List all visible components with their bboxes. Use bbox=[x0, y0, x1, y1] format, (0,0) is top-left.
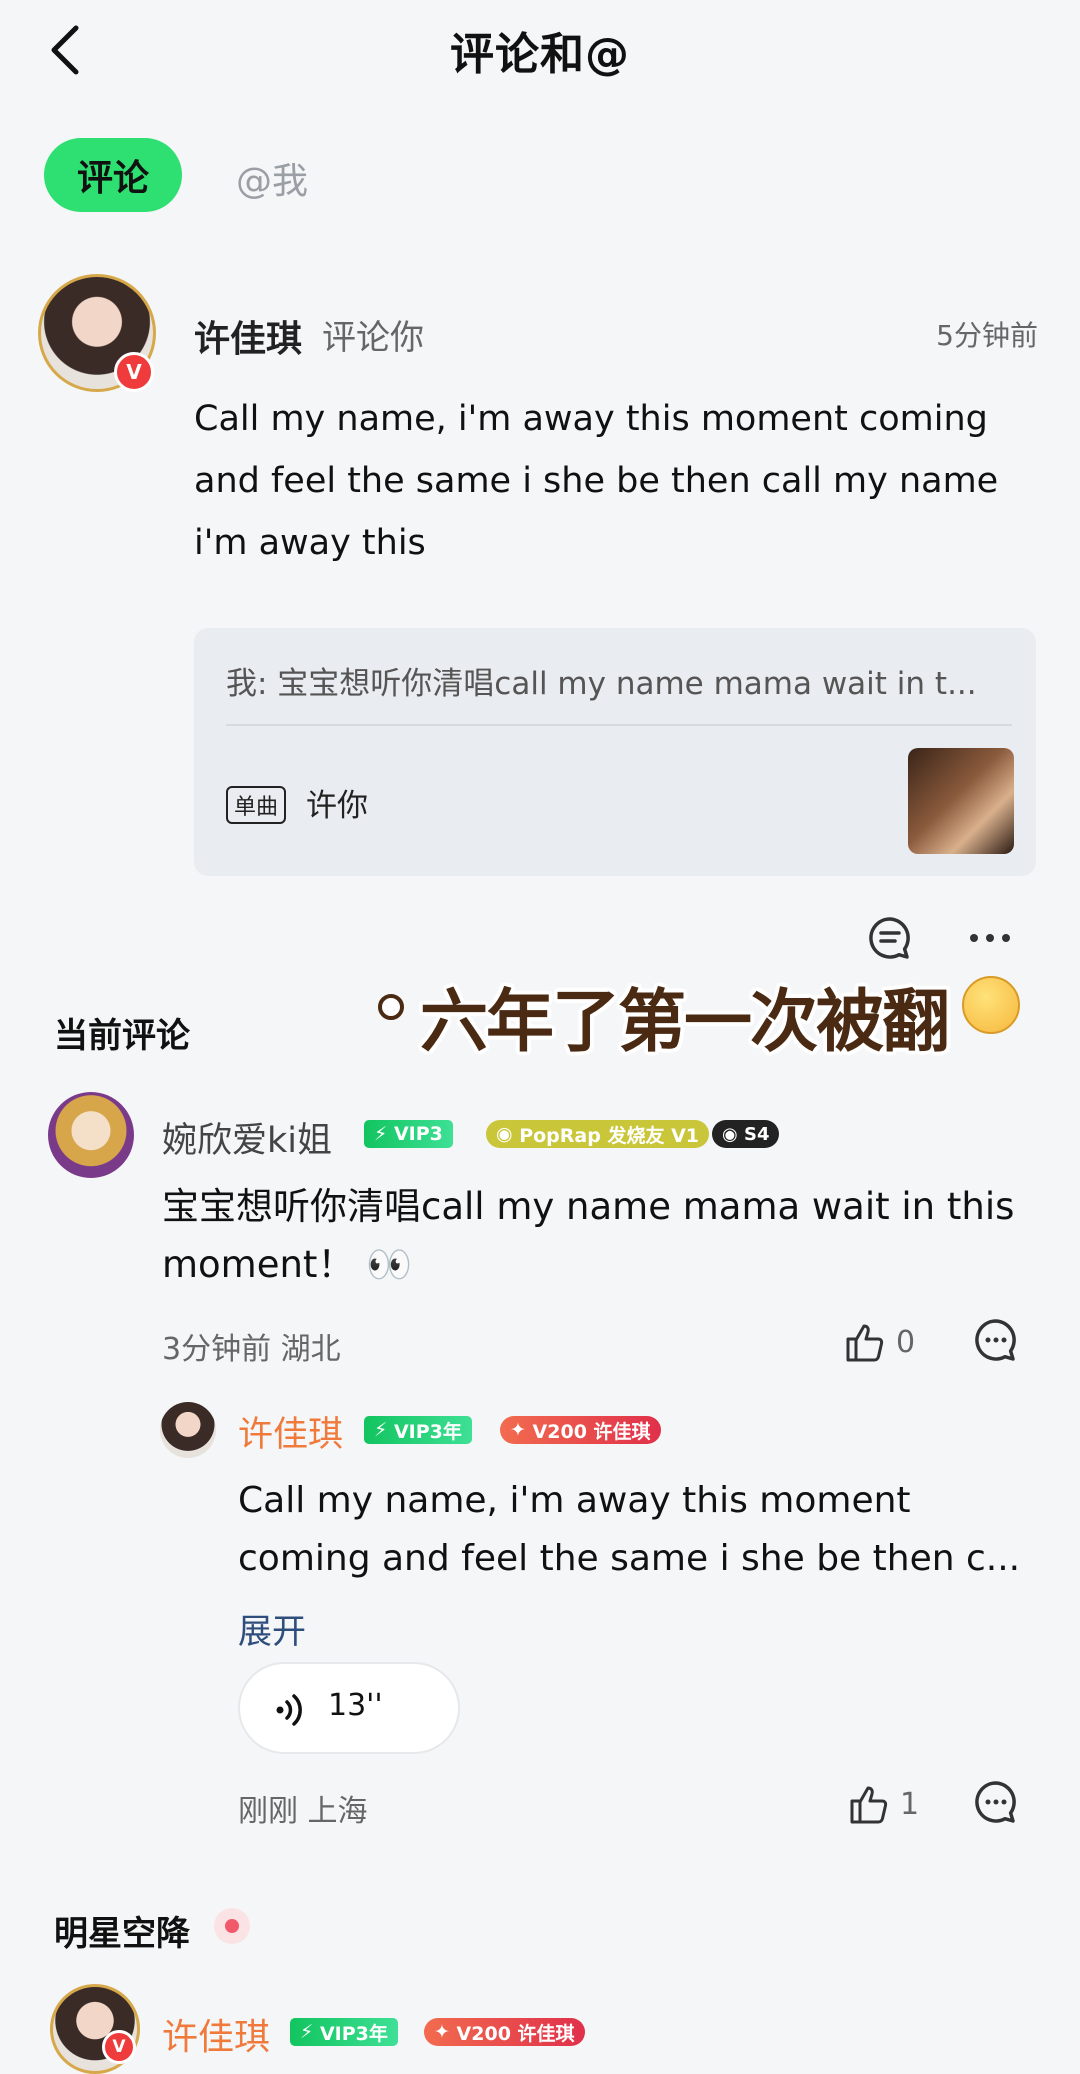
voice-message-button[interactable]: 13'' bbox=[238, 1662, 460, 1754]
like-count: 0 bbox=[896, 1324, 916, 1360]
commenter-name[interactable]: 许佳琪 bbox=[194, 310, 302, 362]
vip-badge: ⚡ VIP3 bbox=[364, 1120, 453, 1148]
song-type-tag: 单曲 bbox=[226, 786, 287, 824]
section-title-current: 当前评论 bbox=[54, 1016, 190, 1056]
level-badge: ◉ S4 bbox=[712, 1120, 780, 1148]
reply-location: 上海 bbox=[307, 1794, 368, 1829]
comment-meta: 3分钟前 湖北 bbox=[162, 1324, 341, 1368]
avatar[interactable] bbox=[48, 1092, 134, 1178]
vip-badge: ⚡ VIP3年 bbox=[290, 2018, 398, 2046]
thumbs-up-icon bbox=[850, 1786, 888, 1824]
like-count: 1 bbox=[900, 1786, 920, 1822]
comment-location: 湖北 bbox=[280, 1332, 341, 1367]
fan-label: PopRap 发烧友 V1 bbox=[519, 1124, 699, 1147]
comment-time: 3分钟前 bbox=[162, 1332, 272, 1367]
pleading-face-icon bbox=[962, 976, 1020, 1034]
commenter-name[interactable]: 婉欣爱ki姐 bbox=[162, 1112, 332, 1163]
voice-duration: 13'' bbox=[328, 1688, 383, 1723]
level-label: S4 bbox=[743, 1123, 770, 1145]
like-button[interactable]: 0 bbox=[842, 1320, 915, 1364]
reply-icon[interactable] bbox=[972, 1778, 1020, 1826]
vip-badge: ⚡ VIP3年 bbox=[364, 1416, 472, 1444]
like-button[interactable]: 1 bbox=[846, 1782, 919, 1826]
reply-meta: 刚刚 上海 bbox=[238, 1786, 368, 1830]
live-dot-icon bbox=[214, 1908, 250, 1944]
reply-text[interactable]: Call my name, i'm away this moment comin… bbox=[238, 1472, 1038, 1588]
vip-label: VIP3 bbox=[393, 1123, 443, 1145]
action-label: 评论你 bbox=[322, 318, 424, 358]
fan-badge: ◉ PopRap 发烧友 V1 bbox=[486, 1120, 709, 1148]
star-user-name[interactable]: 许佳琪 bbox=[162, 2008, 270, 2060]
reply-time: 刚刚 bbox=[238, 1794, 298, 1829]
album-cover[interactable] bbox=[908, 748, 1014, 854]
section-title-star: 明星空降 bbox=[54, 1914, 190, 1954]
caption-dot bbox=[378, 994, 404, 1020]
comment-icon[interactable] bbox=[866, 914, 914, 962]
page-title: 评论和@ bbox=[450, 29, 630, 80]
vip-label: VIP3年 bbox=[319, 2022, 388, 2045]
quoted-text: 我: 宝宝想听你清唱call my name mama wait in t... bbox=[226, 666, 977, 702]
reply-user-name[interactable]: 许佳琪 bbox=[238, 1406, 343, 1457]
reply-icon[interactable] bbox=[972, 1316, 1020, 1364]
verified-badge-icon: V bbox=[114, 352, 154, 392]
more-icon[interactable] bbox=[966, 914, 1014, 962]
verified-badge-icon: V bbox=[102, 2030, 136, 2064]
vip-label: VIP3年 bbox=[393, 1420, 462, 1443]
overlay-caption: 六年了第一次被翻 bbox=[420, 983, 950, 1062]
divider bbox=[226, 724, 1012, 726]
tab-comments[interactable]: 评论 bbox=[44, 138, 182, 212]
expand-link[interactable]: 展开 bbox=[238, 1604, 306, 1653]
tab-mentions[interactable]: @我 bbox=[236, 152, 308, 204]
avatar[interactable] bbox=[160, 1402, 216, 1458]
thumbs-up-icon bbox=[846, 1324, 884, 1362]
comment-text[interactable]: 宝宝想听你清唱call my name mama wait in this mo… bbox=[162, 1178, 1042, 1294]
comment-text[interactable]: Call my name, i'm away this moment comin… bbox=[194, 388, 1044, 574]
v200-label: V200 许佳琪 bbox=[532, 1420, 651, 1443]
v200-badge: ✦ V200 许佳琪 bbox=[500, 1416, 661, 1444]
quoted-comment-card[interactable]: 我: 宝宝想听你清唱call my name mama wait in t...… bbox=[194, 628, 1036, 876]
sound-wave-icon bbox=[276, 1694, 302, 1726]
v200-badge: ✦ V200 许佳琪 bbox=[424, 2018, 585, 2046]
song-name: 许你 bbox=[306, 788, 368, 824]
timestamp: 5分钟前 bbox=[936, 319, 1038, 352]
v200-label: V200 许佳琪 bbox=[456, 2022, 575, 2045]
